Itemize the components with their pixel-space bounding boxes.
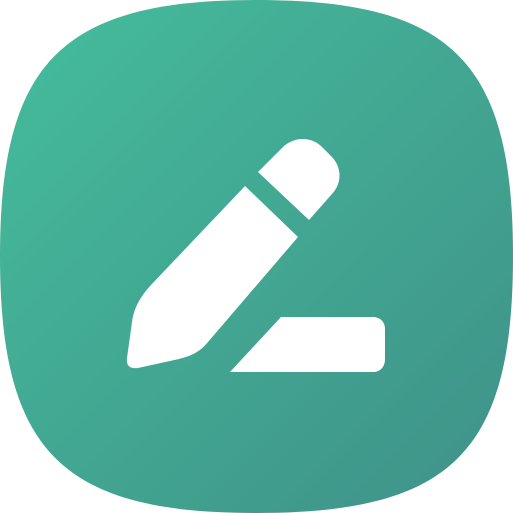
app-icon[interactable] [0,0,513,513]
app-icon-graphic [0,0,513,513]
